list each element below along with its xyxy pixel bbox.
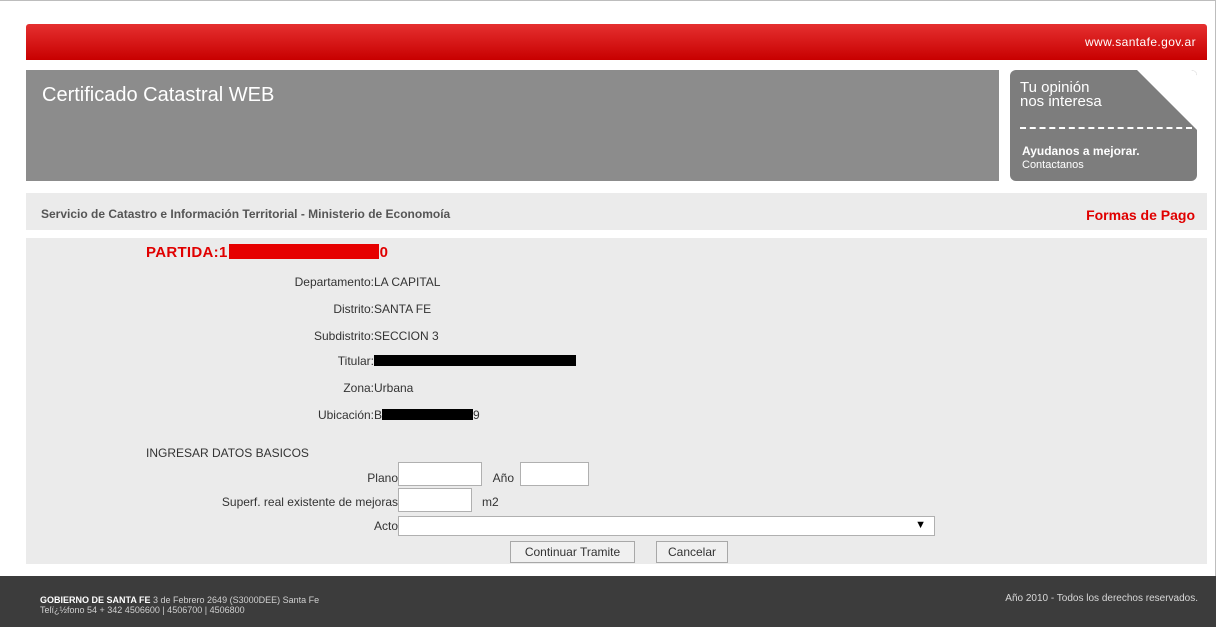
anio-label: Año (492, 471, 514, 485)
top-bar: www.santafe.gov.ar (26, 24, 1207, 60)
acto-label: Acto (373, 519, 398, 533)
field-label: Departamento: (294, 275, 374, 289)
superficie-input[interactable] (398, 488, 472, 512)
footer-rights: Año 2010 - Todos los derechos reservados… (1005, 593, 1198, 604)
footer-phone: Telï¿½fono 54 + 342 4506600 | 4506700 | … (40, 605, 245, 615)
page-title: Certificado Catastral WEB (42, 84, 275, 106)
footer: GOBIERNO DE SANTA FE 3 de Febrero 2649 (… (0, 576, 1216, 627)
ubicacion-suffix: 9 (473, 408, 480, 422)
feedback-divider (1020, 127, 1192, 129)
page-curl-highlight (1137, 70, 1197, 130)
partida-prefix: PARTIDA:1 (146, 244, 228, 261)
contact-link[interactable]: Contactanos (1022, 159, 1084, 171)
footer-address-text: 3 de Febrero 2649 (S3000DEE) Santa Fe (150, 595, 320, 605)
footer-org: GOBIERNO DE SANTA FE (40, 595, 151, 605)
feedback-box[interactable]: Tu opinión nos interesa Ayudanos a mejor… (1010, 70, 1197, 181)
field-label: Titular: (337, 354, 374, 368)
superficie-label: Superf. real existente de mejoras (221, 495, 398, 509)
field-value: SECCION 3 (374, 329, 439, 343)
field-label: Zona: (343, 381, 374, 395)
field-value (374, 354, 576, 368)
continue-button[interactable]: Continuar Tramite (510, 541, 635, 563)
site-link[interactable]: www.santafe.gov.ar (1085, 35, 1196, 49)
redaction-block (228, 244, 379, 259)
section-title: INGRESAR DATOS BASICOS (146, 446, 309, 460)
dropdown-arrow-icon: ▼ (915, 519, 926, 531)
title-banner: Certificado Catastral WEB (26, 70, 999, 181)
footer-address: GOBIERNO DE SANTA FE 3 de Febrero 2649 (… (40, 595, 319, 605)
anio-input[interactable] (520, 462, 589, 486)
service-bar: Servicio de Catastro e Información Terri… (26, 193, 1207, 230)
field-label: Subdistrito: (313, 329, 374, 343)
cancel-button[interactable]: Cancelar (656, 541, 728, 563)
acto-select[interactable]: ▼ (398, 516, 935, 536)
plano-input[interactable] (398, 462, 482, 486)
ubicacion-prefix: B (374, 408, 383, 422)
redaction-block (374, 355, 576, 366)
feedback-cta: Ayudanos a mejorar. (1022, 144, 1140, 158)
superficie-unit: m2 (482, 495, 499, 509)
field-value: Urbana (374, 381, 414, 395)
field-value: LA CAPITAL (374, 275, 441, 289)
partida-suffix: 0 (379, 244, 389, 261)
feedback-heading-2: nos interesa (1020, 93, 1102, 110)
field-value: SANTA FE (374, 302, 432, 316)
payment-methods-link[interactable]: Formas de Pago (1086, 207, 1195, 223)
field-value: B9 (374, 408, 480, 422)
redaction-block (382, 409, 474, 420)
main-panel: PARTIDA:1 0 Departamento: LA CAPITAL Dist… (26, 238, 1207, 564)
partida-heading: PARTIDA:1 0 (146, 244, 388, 261)
field-label: Distrito: (333, 302, 374, 316)
field-label: Ubicación: (317, 408, 374, 422)
plano-label: Plano (367, 471, 398, 485)
service-description: Servicio de Catastro e Información Terri… (41, 207, 451, 221)
